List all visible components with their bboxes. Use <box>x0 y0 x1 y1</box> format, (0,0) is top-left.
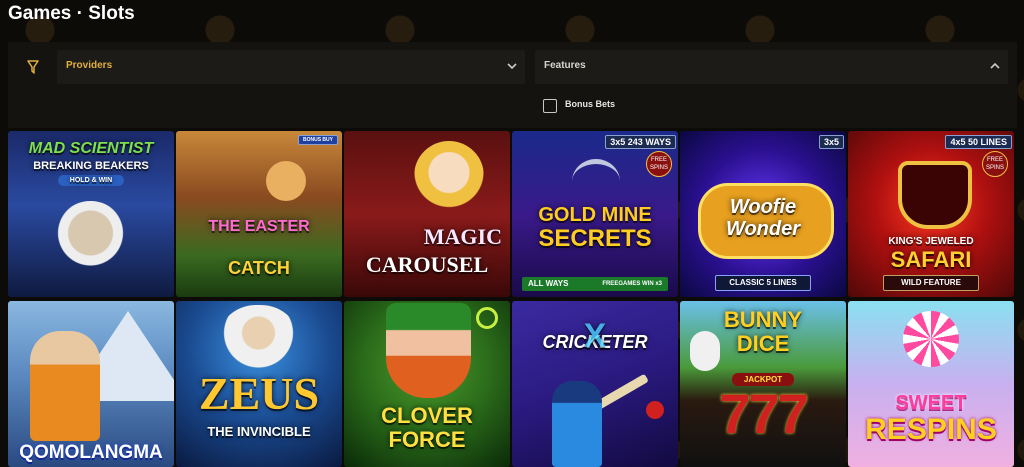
pickaxe-icon <box>572 159 620 204</box>
game-tile[interactable]: ZEUS THE INVINCIBLE <box>176 301 342 467</box>
chevron-up-icon <box>990 62 1000 69</box>
features-strip: ALL WAYS FREEGAMES WIN x3 <box>522 277 668 291</box>
game-tile[interactable]: MAGIC CAROUSEL <box>344 131 510 297</box>
game-title: MAD SCIENTIST <box>28 140 154 157</box>
providers-dropdown[interactable]: Providers <box>57 50 525 84</box>
game-title: THE EASTER <box>208 218 310 235</box>
features-dropdown[interactable]: Features <box>535 50 1008 84</box>
bunny-character <box>690 331 720 371</box>
game-title: BUNNY <box>723 307 803 332</box>
game-tile[interactable]: 3x5 243 WAYS FREE SPINS GOLD MINE SECRET… <box>512 131 678 297</box>
game-badge: 4x5 50 LINES <box>945 135 1012 149</box>
game-subtitle: SECRETS <box>538 225 652 252</box>
bonus-bets-label[interactable]: Bonus Bets <box>565 99 615 109</box>
game-subtitle: THE INVINCIBLE <box>207 424 311 439</box>
game-tile[interactable]: SWEET RESPINS <box>848 301 1014 467</box>
game-tile[interactable]: CRICKETER X <box>512 301 678 467</box>
game-tile[interactable]: MAD SCIENTIST BREAKING BEAKERS HOLD & WI… <box>8 131 174 297</box>
game-title: QOMOLANGMA <box>19 442 163 463</box>
lollipop-icon <box>903 311 959 367</box>
game-title: KING'S JEWELED <box>888 236 974 247</box>
game-tile[interactable]: BONUS BUY THE EASTER CATCH <box>176 131 342 297</box>
page-title: Games · Slots <box>8 3 135 24</box>
features-menu: Bonus Bets <box>535 86 1008 128</box>
bonus-buy-badge: BONUS BUY <box>297 135 338 145</box>
game-tile[interactable]: QOMOLANGMA <box>8 301 174 467</box>
game-subtitle: FORCE <box>388 427 466 452</box>
fairy-character <box>414 141 484 231</box>
bonus-bets-checkbox[interactable] <box>543 99 557 113</box>
game-tile[interactable]: BUNNY DICE JACKPOT 777 <box>680 301 846 467</box>
game-tile[interactable]: 4x5 50 LINES FREE SPINS KING'S JEWELED S… <box>848 131 1014 297</box>
game-title: CLOVER <box>381 403 473 428</box>
free-spins-icon: FREE SPINS <box>982 151 1008 177</box>
easter-character <box>266 161 306 201</box>
game-tag: HOLD & WIN <box>58 175 124 186</box>
game-title: ZEUS <box>198 368 320 419</box>
cricket-ball <box>646 401 664 419</box>
chevron-down-icon <box>507 63 517 70</box>
leprechaun-character <box>386 303 471 398</box>
cricketer-character <box>552 381 602 467</box>
game-subtitle: X <box>583 317 607 355</box>
game-tile[interactable]: 3x5 Woofie Wonder CLASSIC 5 LINES <box>680 131 846 297</box>
games-grid: MAD SCIENTIST BREAKING BEAKERS HOLD & WI… <box>8 131 1017 467</box>
filter-icon[interactable] <box>22 58 44 76</box>
coin-icon <box>476 307 498 329</box>
game-subtitle: CAROUSEL <box>365 252 489 277</box>
game-title: SWEET <box>895 392 967 414</box>
features-label: Features <box>544 60 586 71</box>
freegames-label: FREEGAMES WIN x3 <box>602 281 662 287</box>
game-title: MAGIC <box>423 224 502 249</box>
filter-bar: Providers Features Bonus Bets <box>8 42 1017 128</box>
game-badge: 3x5 <box>818 135 844 149</box>
seven-symbols: 777 <box>719 382 808 445</box>
game-subtitle: RESPINS <box>865 413 997 446</box>
climber-character <box>30 331 100 441</box>
features-strip: WILD FEATURE <box>883 275 979 291</box>
lion-jaws-icon <box>898 161 972 229</box>
game-badge: 3x5 243 WAYS <box>605 135 676 149</box>
zeus-character <box>216 305 301 375</box>
providers-label: Providers <box>66 60 113 71</box>
game-title: Woofie <box>729 196 797 218</box>
scientist-character <box>53 201 128 281</box>
game-subtitle: CATCH <box>228 258 290 278</box>
game-tile[interactable]: CLOVER FORCE <box>344 301 510 467</box>
game-subtitle: SAFARI <box>890 247 972 272</box>
features-strip: CLASSIC 5 LINES <box>715 275 811 291</box>
free-spins-icon: FREE SPINS <box>646 151 672 177</box>
game-title: GOLD MINE <box>538 204 652 226</box>
all-ways-label: ALL WAYS <box>528 279 569 288</box>
game-subtitle: BREAKING BEAKERS <box>33 160 149 172</box>
game-subtitle: Wonder <box>725 218 801 240</box>
